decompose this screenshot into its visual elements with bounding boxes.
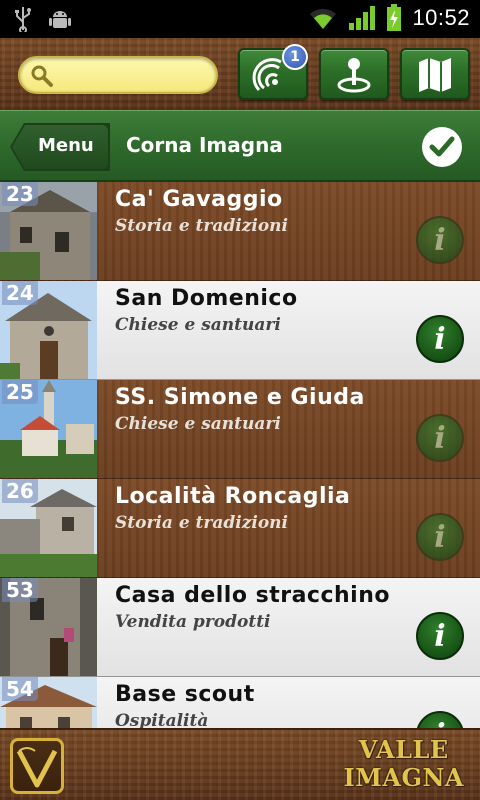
poi-list: 23 Ca' Gavaggio Storia e tradizioni i 24… bbox=[0, 182, 480, 728]
list-item[interactable]: 25 SS. Simone e Giuda Chiese e santuari … bbox=[0, 380, 480, 479]
item-category: Storia e tradizioni bbox=[115, 216, 288, 236]
item-name: Base scout bbox=[115, 682, 255, 707]
info-icon: i bbox=[434, 420, 446, 456]
footer: VALLE IMAGNA bbox=[0, 728, 480, 800]
app-logo[interactable] bbox=[10, 738, 64, 794]
item-name: San Domenico bbox=[115, 286, 298, 311]
item-category: Chiese e santuari bbox=[115, 315, 281, 335]
item-number: 25 bbox=[2, 380, 38, 404]
item-name: Casa dello stracchino bbox=[115, 583, 390, 608]
item-category: Chiese e santuari bbox=[115, 414, 281, 434]
clock: 10:52 bbox=[412, 5, 470, 30]
map-icon bbox=[419, 58, 451, 92]
search-input[interactable] bbox=[60, 63, 210, 89]
android-debug-icon bbox=[49, 11, 71, 28]
location-pin-button[interactable] bbox=[319, 48, 389, 100]
info-button[interactable]: i bbox=[416, 414, 464, 462]
item-number: 26 bbox=[2, 479, 38, 503]
confirm-button[interactable] bbox=[422, 127, 462, 167]
list-item[interactable]: 23 Ca' Gavaggio Storia e tradizioni i bbox=[0, 182, 480, 281]
info-icon: i bbox=[434, 618, 446, 654]
checkmark-icon bbox=[429, 136, 455, 157]
item-name: Ca' Gavaggio bbox=[115, 187, 283, 212]
notification-badge: 1 bbox=[282, 44, 308, 70]
item-category: Vendita prodotti bbox=[115, 612, 271, 632]
info-icon: i bbox=[434, 718, 445, 729]
info-button[interactable]: i bbox=[416, 513, 464, 561]
usb-icon bbox=[15, 7, 31, 32]
item-category: Storia e tradizioni bbox=[115, 513, 288, 533]
item-number: 54 bbox=[2, 677, 38, 701]
info-icon: i bbox=[434, 222, 446, 258]
title-bar: Menu Corna Imagna bbox=[0, 110, 480, 182]
battery-charging-icon bbox=[387, 4, 402, 31]
info-button[interactable]: i bbox=[416, 216, 464, 264]
item-number: 53 bbox=[2, 578, 38, 602]
signal-icon bbox=[349, 6, 376, 30]
item-number: 24 bbox=[2, 281, 38, 305]
brand-line-1: VALLE bbox=[358, 735, 449, 764]
item-name: Località Roncaglia bbox=[115, 484, 351, 509]
list-item[interactable]: 24 San Domenico Chiese e santuari i bbox=[0, 281, 480, 380]
menu-button-label: Menu bbox=[38, 135, 94, 156]
item-name: SS. Simone e Giuda bbox=[115, 385, 365, 410]
info-icon: i bbox=[434, 321, 446, 357]
search-box[interactable] bbox=[18, 56, 218, 94]
search-icon bbox=[31, 65, 53, 87]
list-item[interactable]: 54 Base scout Ospitalità i bbox=[0, 677, 480, 728]
brand-line-2: IMAGNA bbox=[343, 763, 464, 792]
valle-logo-icon bbox=[16, 747, 58, 788]
page-title: Corna Imagna bbox=[126, 133, 283, 157]
toolbar: 1 bbox=[0, 38, 480, 110]
brand-wordmark: VALLE IMAGNA bbox=[344, 736, 464, 792]
info-button[interactable]: i bbox=[416, 315, 464, 363]
info-icon: i bbox=[434, 519, 446, 555]
item-category: Ospitalità bbox=[115, 711, 209, 728]
list-item[interactable]: 53 Casa dello stracchino Vendita prodott… bbox=[0, 578, 480, 677]
item-number: 23 bbox=[2, 182, 38, 206]
info-button[interactable]: i bbox=[416, 711, 464, 728]
status-bar: 10:52 bbox=[0, 0, 480, 38]
radar-button[interactable]: 1 bbox=[238, 44, 308, 100]
list-item[interactable]: 26 Località Roncaglia Storia e tradizion… bbox=[0, 479, 480, 578]
menu-button[interactable]: Menu bbox=[10, 123, 110, 171]
map-pin-icon bbox=[337, 58, 371, 93]
map-button[interactable] bbox=[400, 48, 470, 100]
info-button[interactable]: i bbox=[416, 612, 464, 660]
wifi-icon bbox=[310, 8, 337, 29]
